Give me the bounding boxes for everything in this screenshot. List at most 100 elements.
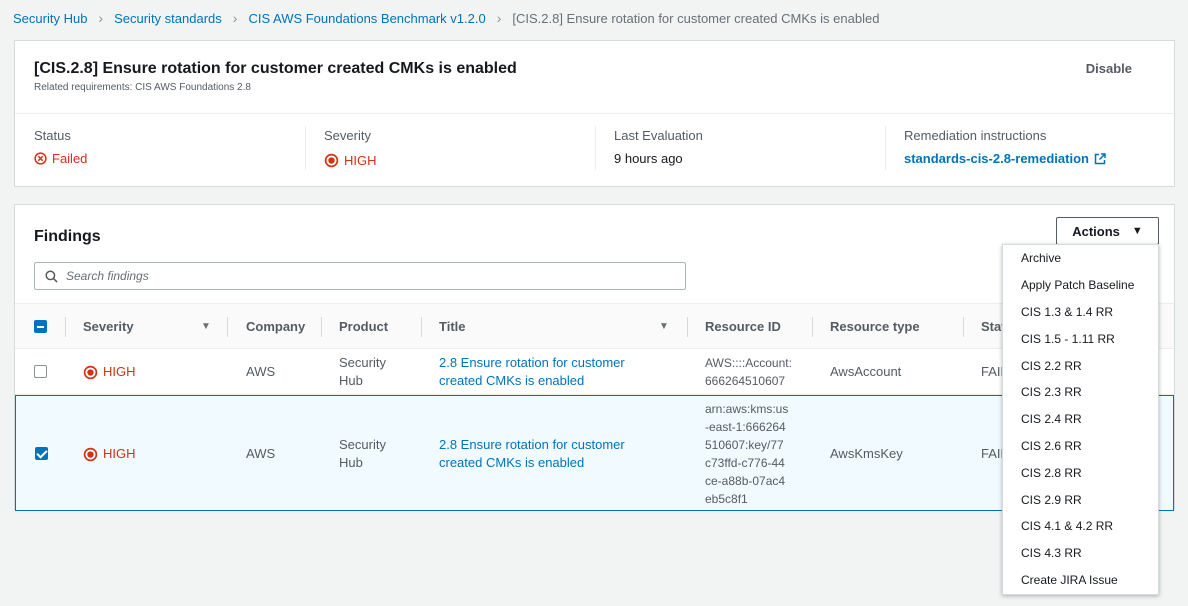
control-header: [CIS.2.8] Ensure rotation for customer c… xyxy=(15,41,1174,114)
status-field: Status Failed xyxy=(34,126,87,170)
resource-id-line: ce-a88b-07ac4 xyxy=(705,474,786,488)
severity-text: HIGH xyxy=(103,446,136,461)
column-header-resource-id[interactable]: Resource ID xyxy=(705,319,781,334)
control-summary-panel: [CIS.2.8] Ensure rotation for customer c… xyxy=(14,40,1175,187)
high-severity-icon xyxy=(324,153,339,168)
resource-id-line: eb5c8f1 xyxy=(705,492,748,506)
search-icon xyxy=(45,269,58,283)
external-link-icon xyxy=(1094,152,1106,164)
high-severity-icon xyxy=(83,447,98,461)
product-line: Hub xyxy=(339,455,363,470)
actions-label: Actions xyxy=(1072,223,1120,239)
resource-id-line: AWS::::Account: xyxy=(705,356,792,370)
resource-id-cell: arn:aws:kms:us -east-1:666264 510607:key… xyxy=(705,400,815,508)
chevron-right-icon: › xyxy=(232,10,238,26)
menu-item-cis-1-3-1-4-rr[interactable]: CIS 1.3 & 1.4 RR xyxy=(1003,299,1158,326)
resource-id-line: c73ffd-c776-44 xyxy=(705,456,785,470)
title-line[interactable]: 2.8 Ensure rotation for customer xyxy=(439,436,625,454)
control-title: [CIS.2.8] Ensure rotation for customer c… xyxy=(34,60,517,77)
status-label: Status xyxy=(34,128,71,143)
product-line: Hub xyxy=(339,373,363,388)
title-link[interactable]: 2.8 Ensure rotation for customer created… xyxy=(439,354,625,390)
actions-button[interactable]: Actions ▼ xyxy=(1056,217,1159,245)
status-value: Failed xyxy=(34,151,87,166)
column-divider xyxy=(321,317,322,337)
breadcrumb-current: [CIS.2.8] Ensure rotation for customer c… xyxy=(512,10,880,26)
title-link[interactable]: 2.8 Ensure rotation for customer created… xyxy=(439,436,625,472)
sort-down-icon[interactable]: ▼ xyxy=(659,321,669,332)
chevron-right-icon: › xyxy=(496,10,502,26)
resource-type-cell: AwsAccount xyxy=(830,364,902,379)
table-row[interactable]: HIGH AWS Security Hub 2.8 Ensure rotatio… xyxy=(15,349,1174,395)
column-header-product[interactable]: Product xyxy=(339,319,388,334)
menu-item-cis-4-1-4-2-rr[interactable]: CIS 4.1 & 4.2 RR xyxy=(1003,513,1158,540)
breadcrumb-security-hub[interactable]: Security Hub xyxy=(13,11,87,26)
menu-item-apply-patch-baseline[interactable]: Apply Patch Baseline xyxy=(1003,272,1158,299)
breadcrumb-security-standards[interactable]: Security standards xyxy=(114,11,222,26)
menu-item-archive[interactable]: Archive xyxy=(1003,245,1158,272)
search-box[interactable] xyxy=(34,262,686,290)
menu-item-cis-2-8-rr[interactable]: CIS 2.8 RR xyxy=(1003,459,1158,486)
column-divider xyxy=(421,317,422,337)
sort-down-icon[interactable]: ▼ xyxy=(201,321,211,332)
column-header-severity[interactable]: Severity xyxy=(83,319,134,334)
title-line[interactable]: 2.8 Ensure rotation for customer xyxy=(439,354,625,372)
resource-id-line: -east-1:666264 xyxy=(705,420,786,434)
menu-item-create-jira-issue[interactable]: Create JIRA Issue xyxy=(1003,567,1158,594)
caret-down-icon: ▼ xyxy=(1131,225,1143,237)
column-divider xyxy=(65,317,66,337)
column-header-resource-type[interactable]: Resource type xyxy=(830,319,920,334)
severity-value: HIGH xyxy=(324,153,377,168)
product-line: Security xyxy=(339,355,386,370)
title-line[interactable]: created CMKs is enabled xyxy=(439,372,625,390)
search-findings-input[interactable] xyxy=(66,269,646,283)
failed-icon xyxy=(34,152,47,165)
column-header-company[interactable]: Company xyxy=(246,319,305,334)
menu-item-cis-1-5-1-11-rr[interactable]: CIS 1.5 - 1.11 RR xyxy=(1003,325,1158,352)
related-requirements: Related requirements: CIS AWS Foundation… xyxy=(34,82,251,93)
column-divider xyxy=(812,317,813,337)
resource-type-cell: AwsKmsKey xyxy=(830,446,903,461)
disable-button[interactable]: Disable xyxy=(1086,61,1132,76)
table-header: Severity ▼ Company Product Title ▼ Resou… xyxy=(15,303,1174,349)
last-evaluation-label: Last Evaluation xyxy=(614,128,703,143)
menu-item-cis-2-2-rr[interactable]: CIS 2.2 RR xyxy=(1003,352,1158,379)
control-details: Status Failed Severity HIGH Last Evaluat… xyxy=(15,114,1174,186)
select-all-checkbox[interactable] xyxy=(34,320,47,333)
row-checkbox[interactable] xyxy=(34,365,47,378)
resource-id-line: 666264510607 xyxy=(705,374,786,388)
last-evaluation-field: Last Evaluation 9 hours ago xyxy=(595,126,703,170)
breadcrumb-cis-benchmark[interactable]: CIS AWS Foundations Benchmark v1.2.0 xyxy=(248,11,485,26)
severity-cell: HIGH xyxy=(83,363,136,381)
findings-title: Findings xyxy=(34,228,101,245)
resource-id-line: arn:aws:kms:us xyxy=(705,402,789,416)
resource-id-line: 510607:key/77 xyxy=(705,438,784,452)
remediation-link-text[interactable]: standards-cis-2.8-remediation xyxy=(904,151,1089,166)
menu-item-cis-2-4-rr[interactable]: CIS 2.4 RR xyxy=(1003,406,1158,433)
remediation-field: Remediation instructions standards-cis-2… xyxy=(885,126,1106,170)
severity-text: HIGH xyxy=(103,364,136,379)
menu-item-cis-2-9-rr[interactable]: CIS 2.9 RR xyxy=(1003,486,1158,513)
product-line: Security xyxy=(339,437,386,452)
remediation-link[interactable]: standards-cis-2.8-remediation xyxy=(904,151,1106,166)
menu-item-cis-4-3-rr[interactable]: CIS 4.3 RR xyxy=(1003,540,1158,567)
product-cell: Security Hub xyxy=(339,436,386,472)
company-cell: AWS xyxy=(246,364,276,379)
resource-id-cell: AWS::::Account: 666264510607 xyxy=(705,354,815,390)
actions-dropdown-menu: Archive Apply Patch Baseline CIS 1.3 & 1… xyxy=(1002,244,1159,595)
column-header-title[interactable]: Title xyxy=(439,319,466,334)
menu-item-cis-2-3-rr[interactable]: CIS 2.3 RR xyxy=(1003,379,1158,406)
column-divider xyxy=(963,317,964,337)
severity-field: Severity HIGH xyxy=(305,126,377,170)
severity-text: HIGH xyxy=(344,153,377,168)
findings-panel: Findings Actions ▼ Severity ▼ Company Pr… xyxy=(14,204,1175,511)
product-cell: Security Hub xyxy=(339,354,386,390)
menu-item-cis-2-6-rr[interactable]: CIS 2.6 RR xyxy=(1003,433,1158,460)
column-divider xyxy=(227,317,228,337)
breadcrumb: Security Hub › Security standards › CIS … xyxy=(13,10,879,26)
title-line[interactable]: created CMKs is enabled xyxy=(439,454,625,472)
row-checkbox[interactable] xyxy=(35,447,48,460)
last-evaluation-value: 9 hours ago xyxy=(614,151,683,166)
findings-table: Severity ▼ Company Product Title ▼ Resou… xyxy=(15,303,1174,511)
table-row-selected[interactable]: HIGH AWS Security Hub 2.8 Ensure rotatio… xyxy=(15,395,1174,511)
